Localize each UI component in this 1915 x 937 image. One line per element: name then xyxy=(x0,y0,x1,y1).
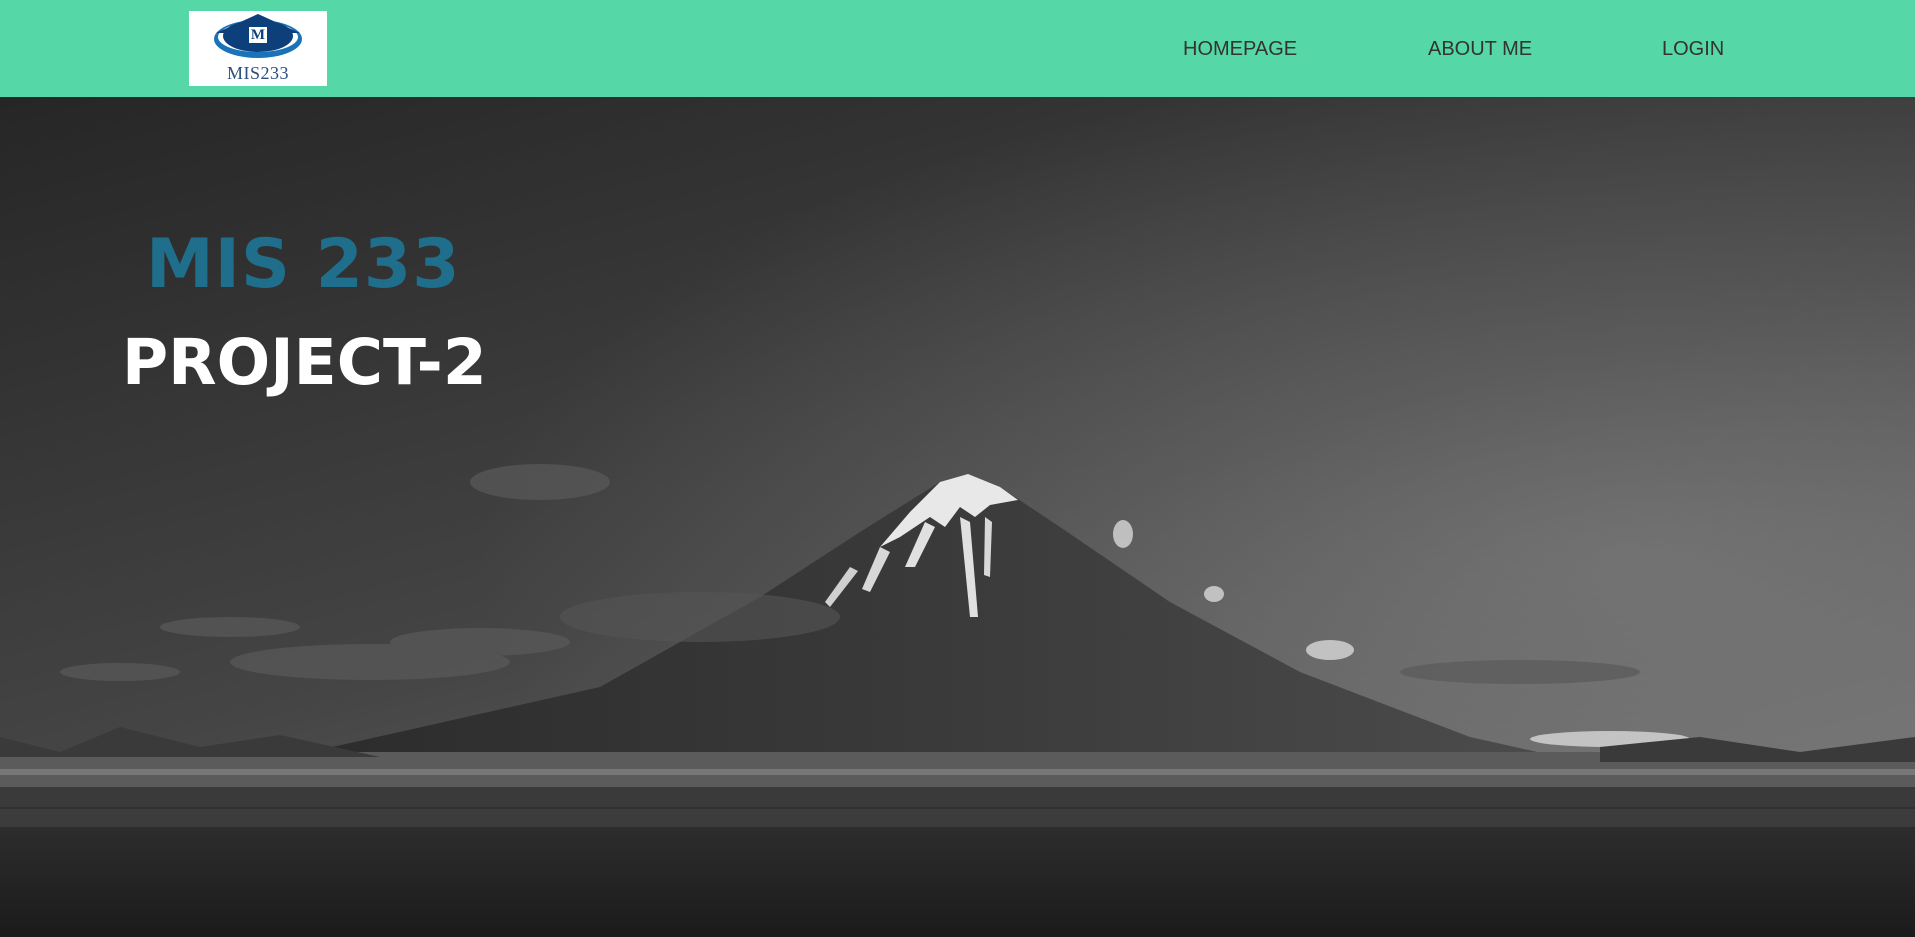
hero-title: PROJECT-2 xyxy=(122,326,487,399)
site-logo[interactable]: M MIS233 xyxy=(189,11,327,86)
nav-login-link[interactable]: LOGIN xyxy=(1662,37,1724,61)
nav-about-me-link[interactable]: ABOUT ME xyxy=(1428,37,1532,61)
logo-text: MIS233 xyxy=(226,63,289,83)
nav-homepage-link[interactable]: HOMEPAGE xyxy=(1183,37,1297,61)
logo-letter: M xyxy=(250,27,266,43)
hero-kicker: MIS 233 xyxy=(146,225,461,304)
hero-banner: MIS 233 PROJECT-2 xyxy=(0,97,1915,937)
top-navbar: M MIS233 HOMEPAGE ABOUT ME LOGIN xyxy=(0,0,1915,97)
mountain-landscape-image xyxy=(0,97,1915,937)
